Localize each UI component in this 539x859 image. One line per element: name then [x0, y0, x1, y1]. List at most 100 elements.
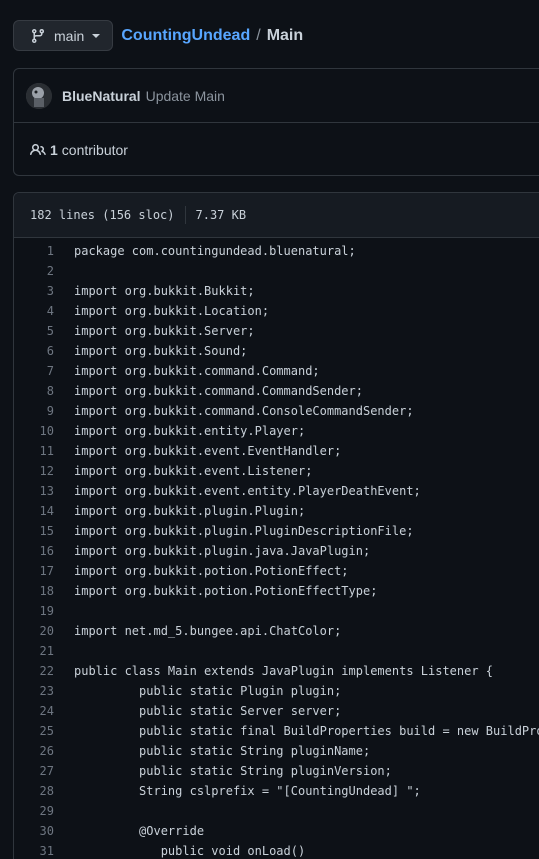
latest-commit-box: BlueNatural Update Main 1 contributor — [13, 68, 539, 176]
line-number[interactable]: 7 — [14, 364, 54, 378]
code-text: package com.countingundead.bluenatural; — [74, 244, 356, 258]
line-number[interactable]: 28 — [14, 784, 54, 798]
code-line: 27 public static String pluginVersion; — [14, 761, 539, 781]
code-line: 19 — [14, 601, 539, 621]
line-number[interactable]: 9 — [14, 404, 54, 418]
code-line: 12 import org.bukkit.event.Listener; — [14, 461, 539, 481]
line-number[interactable]: 3 — [14, 284, 54, 298]
code-line: 1 package com.countingundead.bluenatural; — [14, 241, 539, 261]
code-text: @Override — [74, 824, 205, 838]
code-line: 3 import org.bukkit.Bukkit; — [14, 281, 539, 301]
code-line: 6 import org.bukkit.Sound; — [14, 341, 539, 361]
line-number[interactable]: 12 — [14, 464, 54, 478]
line-number[interactable]: 27 — [14, 764, 54, 778]
line-number[interactable]: 22 — [14, 664, 54, 678]
code-line: 15 import org.bukkit.plugin.PluginDescrip… — [14, 521, 539, 541]
line-number[interactable]: 31 — [14, 844, 54, 858]
code-line: 22 public class Main extends JavaPlugin i… — [14, 661, 539, 681]
code-line: 9 import org.bukkit.command.ConsoleComman… — [14, 401, 539, 421]
code-text: import org.bukkit.potion.PotionEffectTyp… — [74, 584, 378, 598]
code-line: 16 import org.bukkit.plugin.java.JavaPlug… — [14, 541, 539, 561]
breadcrumb-repo-link[interactable]: CountingUndead — [121, 27, 250, 45]
line-number[interactable]: 25 — [14, 724, 54, 738]
contributor-label: contributor — [61, 141, 128, 158]
line-number[interactable]: 1 — [14, 244, 54, 258]
code-text: import org.bukkit.event.entity.PlayerDea… — [74, 484, 421, 498]
line-number[interactable]: 2 — [14, 264, 54, 278]
line-number[interactable]: 10 — [14, 424, 54, 438]
code-text: import org.bukkit.Sound; — [74, 344, 248, 358]
file-navigation: main CountingUndead / Main — [13, 20, 303, 51]
code-text: import org.bukkit.event.Listener; — [74, 464, 313, 478]
code-text: import org.bukkit.Server; — [74, 324, 255, 338]
code-text: import net.md_5.bungee.api.ChatColor; — [74, 624, 342, 638]
code-line: 4 import org.bukkit.Location; — [14, 301, 539, 321]
code-line: 5 import org.bukkit.Server; — [14, 321, 539, 341]
breadcrumb: CountingUndead / Main — [121, 27, 303, 45]
chevron-down-icon — [92, 33, 101, 38]
code-text: public class Main extends JavaPlugin imp… — [74, 664, 494, 678]
people-icon — [30, 142, 46, 158]
line-number[interactable]: 16 — [14, 544, 54, 558]
line-number[interactable]: 8 — [14, 384, 54, 398]
line-number[interactable]: 11 — [14, 444, 54, 458]
code-text: public static final BuildProperties buil… — [139, 724, 539, 738]
commit-author-link[interactable]: BlueNatural — [62, 88, 141, 104]
code-line: 29 — [14, 801, 539, 821]
code-line: 21 — [14, 641, 539, 661]
git-branch-icon — [30, 28, 46, 44]
code-line: 2 — [14, 261, 539, 281]
branch-label: main — [54, 27, 85, 44]
divider — [184, 206, 186, 224]
code-text: public static Plugin plugin; — [74, 684, 342, 698]
branch-selector-button[interactable]: main — [13, 20, 114, 51]
line-number[interactable]: 24 — [14, 704, 54, 718]
file-size: 7.37 KB — [195, 208, 247, 222]
code-listing: 1 package com.countingundead.bluenatural;… — [14, 238, 539, 859]
code-line: 10 import org.bukkit.entity.Player; — [14, 421, 539, 441]
code-text: import org.bukkit.plugin.Plugin; — [74, 504, 306, 518]
code-line: 14 import org.bukkit.plugin.Plugin; — [14, 501, 539, 521]
code-text: import org.bukkit.potion.PotionEffect; — [74, 564, 349, 578]
line-number[interactable]: 17 — [14, 564, 54, 578]
code-text: import org.bukkit.plugin.java.JavaPlugin… — [74, 544, 371, 558]
breadcrumb-file-name: Main — [266, 26, 304, 44]
line-number[interactable]: 13 — [14, 484, 54, 498]
file-info-header: 182 lines (156 sloc) 7.37 KB — [14, 193, 539, 238]
line-number[interactable]: 14 — [14, 504, 54, 518]
avatar[interactable] — [26, 82, 52, 109]
line-number[interactable]: 23 — [14, 684, 54, 698]
code-line: 20 import net.md_5.bungee.api.ChatColor; — [14, 621, 539, 641]
code-line: 25 public static final BuildProperties b… — [14, 721, 539, 741]
line-number[interactable]: 15 — [14, 524, 54, 538]
code-line: 11 import org.bukkit.event.EventHandler; — [14, 441, 539, 461]
line-number[interactable]: 30 — [14, 824, 54, 838]
code-line: 8 import org.bukkit.command.CommandSender… — [14, 381, 539, 401]
line-number[interactable]: 6 — [14, 344, 54, 358]
line-number[interactable]: 4 — [14, 304, 54, 318]
breadcrumb-separator: / — [256, 26, 261, 44]
code-line: 18 import org.bukkit.potion.PotionEffectT… — [14, 581, 539, 601]
file-line-count: 182 lines (156 sloc) — [30, 208, 175, 222]
line-number[interactable]: 19 — [14, 604, 54, 618]
line-number[interactable]: 20 — [14, 624, 54, 638]
code-text: import org.bukkit.Bukkit; — [74, 284, 255, 298]
contributor-count: 1 — [50, 141, 58, 158]
code-text: public static String pluginName; — [74, 744, 371, 758]
line-number[interactable]: 21 — [14, 644, 54, 658]
code-text: String cslprefix = "[CountingUndead] "; — [74, 784, 421, 798]
code-line: 13 import org.bukkit.event.entity.PlayerD… — [14, 481, 539, 501]
line-number[interactable]: 5 — [14, 324, 54, 338]
code-text: import org.bukkit.Location; — [74, 304, 270, 318]
code-line: 31 public void onLoad() — [14, 841, 539, 859]
file-viewer: 182 lines (156 sloc) 7.37 KB 1 package co… — [13, 192, 539, 859]
code-line: 30 @Override — [14, 821, 539, 841]
code-text: import org.bukkit.command.CommandSender; — [74, 384, 363, 398]
line-number[interactable]: 18 — [14, 584, 54, 598]
contributors-row[interactable]: 1 contributor — [14, 123, 539, 176]
commit-message-link[interactable]: Update Main — [146, 88, 225, 104]
code-line: 17 import org.bukkit.potion.PotionEffect; — [14, 561, 539, 581]
line-number[interactable]: 26 — [14, 744, 54, 758]
code-text: import org.bukkit.entity.Player; — [74, 424, 306, 438]
line-number[interactable]: 29 — [14, 804, 54, 818]
